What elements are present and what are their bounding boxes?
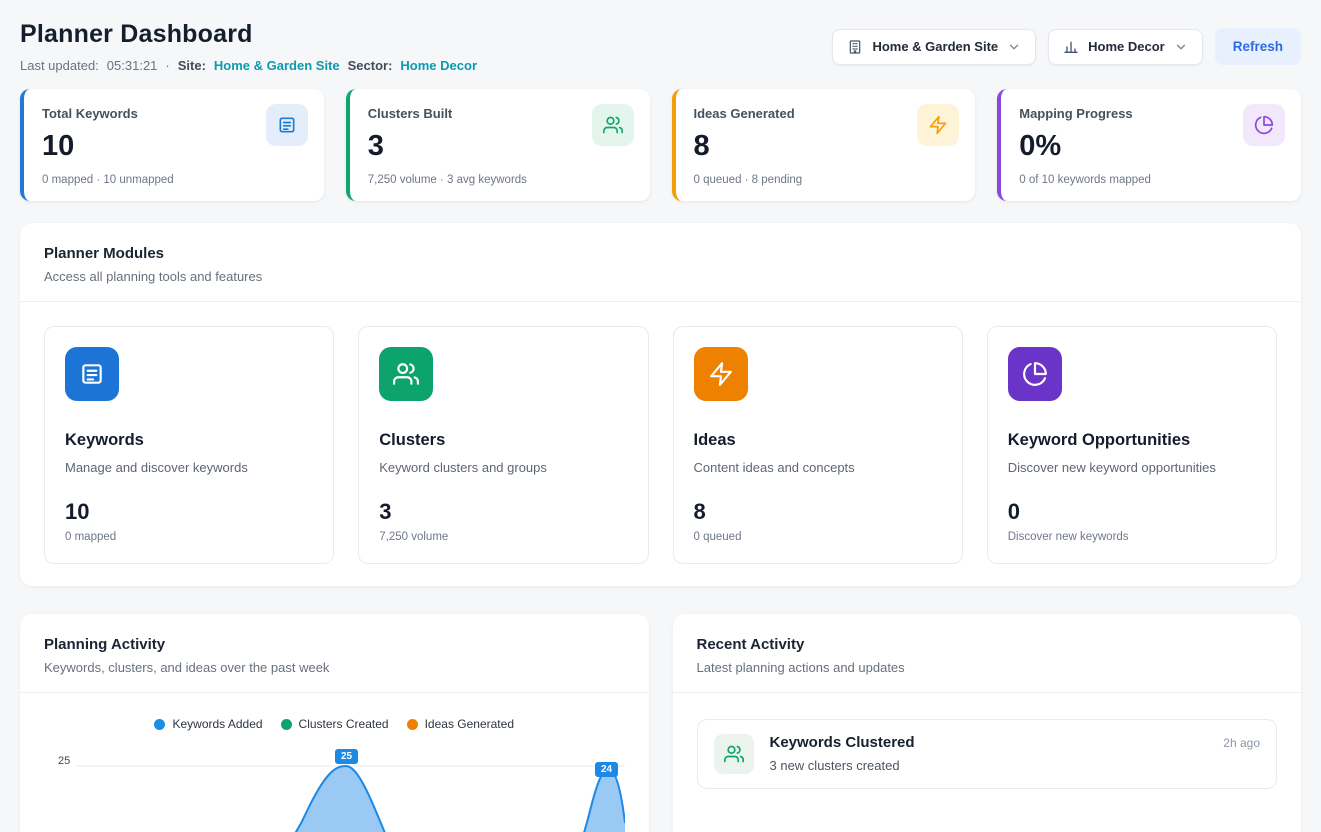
bar-chart-icon <box>1063 39 1079 55</box>
recent-activity-panel: Recent Activity Latest planning actions … <box>673 614 1302 832</box>
stat-card-clusters-built: Clusters Built 3 7,250 volume · 3 avg ke… <box>346 89 650 201</box>
users-icon <box>379 347 433 401</box>
module-card-clusters[interactable]: Clusters Keyword clusters and groups 3 7… <box>358 326 648 564</box>
planning-activity-title: Planning Activity <box>44 636 625 653</box>
divider <box>20 692 649 693</box>
module-title: Keyword Opportunities <box>1008 431 1256 450</box>
module-subtext: 0 queued <box>694 531 942 543</box>
sector-selector-label: Home Decor <box>1088 39 1165 54</box>
chevron-down-icon <box>1174 40 1188 54</box>
module-value: 0 <box>1008 499 1256 525</box>
divider <box>20 301 1301 302</box>
data-label-badge: 25 <box>335 749 358 764</box>
planner-dashboard-page: Planner Dashboard Last updated: 05:31:21… <box>0 0 1321 832</box>
stat-subtext: 0 of 10 keywords mapped <box>1019 174 1283 186</box>
recent-activity-title: Recent Activity <box>697 636 1278 653</box>
module-card-keywords[interactable]: Keywords Manage and discover keywords 10… <box>44 326 334 564</box>
stat-subtext: 7,250 volume · 3 avg keywords <box>368 174 632 186</box>
module-card-keyword-opportunities[interactable]: Keyword Opportunities Discover new keywo… <box>987 326 1277 564</box>
site-label: Site: <box>178 58 206 73</box>
lightning-icon <box>917 104 959 146</box>
sector-label: Sector: <box>348 58 393 73</box>
activity-item-timestamp: 2h ago <box>1223 734 1260 750</box>
modules-title: Planner Modules <box>44 245 1277 262</box>
meta-separator: · <box>165 58 169 73</box>
stat-subtext: 0 queued · 8 pending <box>694 174 958 186</box>
last-updated-label: Last updated: <box>20 58 99 73</box>
legend-label: Ideas Generated <box>425 717 514 731</box>
planner-modules-panel: Planner Modules Access all planning tool… <box>20 223 1301 586</box>
divider <box>673 692 1302 693</box>
stat-subtext: 0 mapped · 10 unmapped <box>42 174 306 186</box>
module-subtext: 0 mapped <box>65 531 313 543</box>
modules-grid: Keywords Manage and discover keywords 10… <box>44 326 1277 564</box>
page-header: Planner Dashboard Last updated: 05:31:21… <box>20 20 1301 73</box>
planning-activity-chart: 25 25 24 <box>44 743 625 832</box>
activity-item-keywords-clustered: Keywords Clustered 3 new clusters create… <box>697 719 1278 789</box>
planning-activity-panel: Planning Activity Keywords, clusters, an… <box>20 614 649 832</box>
page-title: Planner Dashboard <box>20 20 477 49</box>
legend-item-ideas-generated[interactable]: Ideas Generated <box>407 717 514 731</box>
legend-dot <box>154 719 165 730</box>
module-description: Manage and discover keywords <box>65 460 313 475</box>
legend-label: Keywords Added <box>172 717 262 731</box>
legend-label: Clusters Created <box>299 717 389 731</box>
module-title: Keywords <box>65 431 313 450</box>
data-label-badge: 24 <box>595 762 618 777</box>
module-value: 10 <box>65 499 313 525</box>
pie-chart-icon <box>1243 104 1285 146</box>
users-icon <box>592 104 634 146</box>
site-selector-label: Home & Garden Site <box>872 39 998 54</box>
keywords-added-area <box>76 766 625 832</box>
module-subtext: Discover new keywords <box>1008 531 1256 543</box>
module-title: Ideas <box>694 431 942 450</box>
legend-dot <box>407 719 418 730</box>
planning-activity-subtitle: Keywords, clusters, and ideas over the p… <box>44 660 625 675</box>
bottom-row: Planning Activity Keywords, clusters, an… <box>20 614 1301 832</box>
activity-item-description: 3 new clusters created <box>770 758 915 773</box>
module-value: 3 <box>379 499 627 525</box>
document-lines-icon <box>266 104 308 146</box>
legend-item-clusters-created[interactable]: Clusters Created <box>281 717 389 731</box>
module-description: Keyword clusters and groups <box>379 460 627 475</box>
site-selector-dropdown[interactable]: Home & Garden Site <box>832 29 1036 65</box>
refresh-button[interactable]: Refresh <box>1215 28 1301 65</box>
sector-link[interactable]: Home Decor <box>400 58 477 73</box>
lightning-icon <box>694 347 748 401</box>
stat-cards-row: Total Keywords 10 0 mapped · 10 unmapped… <box>20 89 1301 201</box>
header-left: Planner Dashboard Last updated: 05:31:21… <box>20 20 477 73</box>
modules-subtitle: Access all planning tools and features <box>44 269 1277 284</box>
chart-legend: Keywords Added Clusters Created Ideas Ge… <box>44 717 625 731</box>
module-value: 8 <box>694 499 942 525</box>
users-icon <box>714 734 754 774</box>
module-title: Clusters <box>379 431 627 450</box>
site-link[interactable]: Home & Garden Site <box>214 58 340 73</box>
pie-chart-icon <box>1008 347 1062 401</box>
recent-activity-subtitle: Latest planning actions and updates <box>697 660 1278 675</box>
stat-card-mapping-progress: Mapping Progress 0% 0 of 10 keywords map… <box>997 89 1301 201</box>
y-axis-tick: 25 <box>58 755 70 767</box>
last-updated-value: 05:31:21 <box>107 58 158 73</box>
header-controls: Home & Garden Site Home Decor Refresh <box>832 28 1301 65</box>
legend-item-keywords-added[interactable]: Keywords Added <box>154 717 262 731</box>
activity-item-title: Keywords Clustered <box>770 734 915 751</box>
building-icon <box>847 39 863 55</box>
module-description: Content ideas and concepts <box>694 460 942 475</box>
activity-item-text: Keywords Clustered 3 new clusters create… <box>770 734 915 773</box>
stat-card-total-keywords: Total Keywords 10 0 mapped · 10 unmapped <box>20 89 324 201</box>
legend-dot <box>281 719 292 730</box>
document-lines-icon <box>65 347 119 401</box>
module-card-ideas[interactable]: Ideas Content ideas and concepts 8 0 que… <box>673 326 963 564</box>
module-description: Discover new keyword opportunities <box>1008 460 1256 475</box>
sector-selector-dropdown[interactable]: Home Decor <box>1048 29 1203 65</box>
chevron-down-icon <box>1007 40 1021 54</box>
module-subtext: 7,250 volume <box>379 531 627 543</box>
header-meta: Last updated: 05:31:21 · Site: Home & Ga… <box>20 58 477 73</box>
stat-card-ideas-generated: Ideas Generated 8 0 queued · 8 pending <box>672 89 976 201</box>
